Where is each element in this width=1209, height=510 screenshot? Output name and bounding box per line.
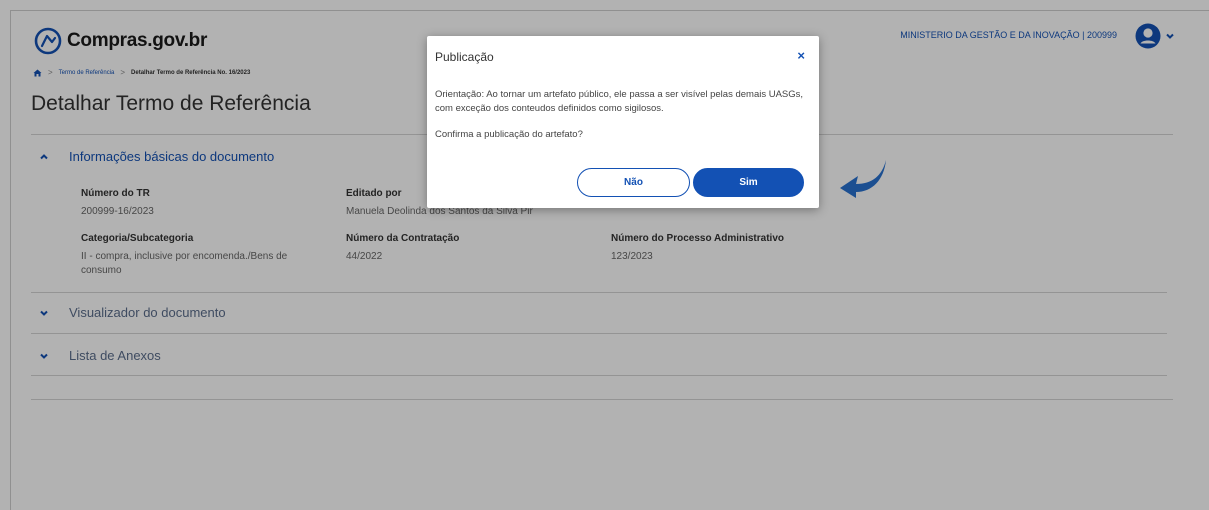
no-button[interactable]: Não <box>577 168 690 197</box>
modal-body: Orientação: Ao tornar um artefato públic… <box>435 88 815 142</box>
modal-title: Publicação <box>435 50 494 64</box>
pointing-arrow-icon <box>840 160 886 198</box>
publication-modal: Publicação × Orientação: Ao tornar um ar… <box>427 36 819 208</box>
close-icon[interactable]: × <box>797 48 805 63</box>
yes-button[interactable]: Sim <box>693 168 804 197</box>
modal-question: Confirma a publicação do artefato? <box>435 129 583 140</box>
modal-message: Orientação: Ao tornar um artefato públic… <box>435 89 804 114</box>
